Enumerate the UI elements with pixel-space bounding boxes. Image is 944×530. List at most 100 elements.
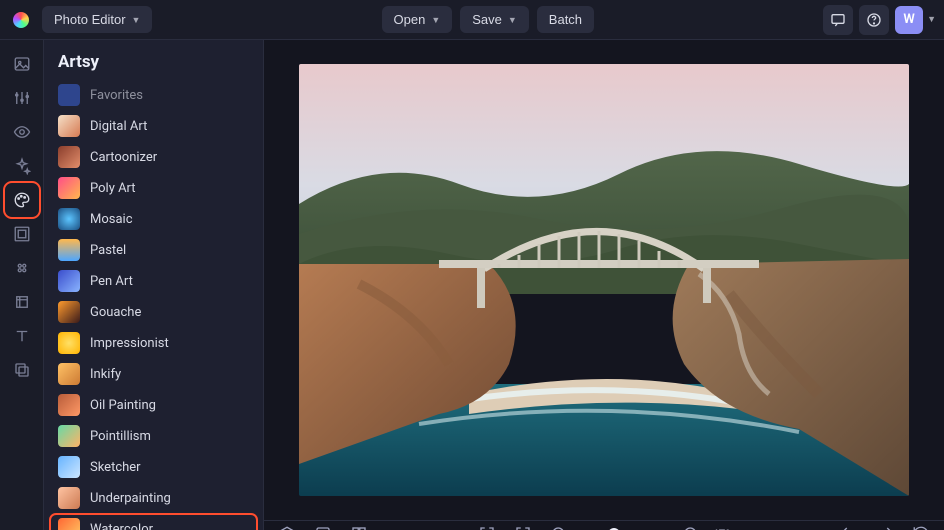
main-area: Artsy Favorites Digital Art CartoonizerPol… — [0, 40, 944, 530]
rail-effects[interactable] — [6, 150, 38, 182]
effect-item-impressionist[interactable]: Impressionist — [50, 328, 257, 358]
effect-item-pastel[interactable]: Pastel — [50, 235, 257, 265]
effect-thumb — [58, 208, 80, 230]
export-icon — [314, 525, 332, 530]
fullscreen-icon — [478, 525, 496, 530]
help-icon — [866, 12, 882, 28]
layers-icon — [278, 525, 296, 530]
effect-thumb — [58, 425, 80, 447]
chevron-down-icon: ▼ — [508, 15, 517, 25]
effect-thumb — [58, 332, 80, 354]
effect-item-sketcher[interactable]: Sketcher — [50, 452, 257, 482]
effect-label: Pastel — [90, 243, 126, 258]
undo-button[interactable] — [836, 521, 862, 530]
rail-image[interactable] — [6, 48, 38, 80]
account-menu[interactable]: W ▼ — [895, 6, 936, 34]
canvas-viewport[interactable] — [264, 40, 944, 520]
chevron-down-icon: ▼ — [927, 14, 936, 25]
effect-thumb — [58, 239, 80, 261]
effect-label: Watercolor — [90, 522, 153, 530]
effect-item-oil-painting[interactable]: Oil Painting — [50, 390, 257, 420]
rail-overlays[interactable] — [6, 252, 38, 284]
fullscreen-button[interactable] — [474, 521, 500, 530]
grid-button[interactable] — [346, 521, 372, 530]
rail-text[interactable] — [6, 320, 38, 352]
open-button[interactable]: Open ▼ — [382, 6, 453, 33]
rail-textures[interactable] — [6, 286, 38, 318]
effect-thumb — [58, 518, 80, 530]
effect-item-mosaic[interactable]: Mosaic — [50, 204, 257, 234]
zoom-in-button[interactable] — [678, 521, 704, 530]
redo-icon — [876, 525, 894, 530]
rail-artsy[interactable] — [6, 184, 38, 216]
fit-button[interactable] — [510, 521, 536, 530]
effect-thumb — [58, 487, 80, 509]
image-icon — [13, 55, 31, 73]
effect-label: Mosaic — [90, 212, 133, 227]
effect-item-pen-art[interactable]: Pen Art — [50, 266, 257, 296]
effect-list[interactable]: Favorites Digital Art CartoonizerPoly Art M… — [44, 80, 263, 530]
app-logo[interactable] — [8, 7, 34, 33]
effect-label: Digital Art — [90, 119, 147, 134]
sliders-icon — [13, 89, 31, 107]
effect-label: Pen Art — [90, 274, 133, 289]
batch-button[interactable]: Batch — [537, 6, 594, 33]
feedback-button[interactable] — [823, 5, 853, 35]
chat-icon — [830, 12, 846, 28]
rail-frames[interactable] — [6, 218, 38, 250]
effect-item-digital-art[interactable]: Digital Art — [50, 111, 257, 141]
rail-layers[interactable] — [6, 354, 38, 386]
effect-label: Impressionist — [90, 336, 169, 351]
effect-item-underpainting[interactable]: Underpainting — [50, 483, 257, 513]
save-button[interactable]: Save ▼ — [460, 6, 529, 33]
chevron-down-icon: ▼ — [132, 15, 141, 25]
canvas-area: 47% — [264, 40, 944, 530]
effect-item-poly-art[interactable]: Poly Art — [50, 173, 257, 203]
sparkles-icon — [13, 157, 31, 175]
text-icon — [13, 327, 31, 345]
help-button[interactable] — [859, 5, 889, 35]
history-icon — [912, 525, 930, 530]
grid-icon — [350, 525, 368, 530]
effect-item-gouache[interactable]: Gouache — [50, 297, 257, 327]
effect-item-pointillism[interactable]: Pointillism — [50, 421, 257, 451]
tool-rail — [0, 40, 44, 530]
app-mode-dropdown[interactable]: Photo Editor ▼ — [42, 6, 152, 33]
compare-button[interactable] — [310, 521, 336, 530]
rail-view[interactable] — [6, 116, 38, 148]
effect-thumb — [58, 177, 80, 199]
effect-thumb — [58, 270, 80, 292]
effect-thumb — [58, 363, 80, 385]
palette-icon — [13, 191, 31, 209]
effect-label: Favorites — [90, 88, 143, 103]
effect-item-inkify[interactable]: Inkify — [50, 359, 257, 389]
effect-label: Sketcher — [90, 460, 141, 475]
effect-item-cartoonizer[interactable]: Cartoonizer — [50, 142, 257, 172]
zoom-out-button[interactable] — [546, 521, 572, 530]
effect-item-favorites[interactable]: Favorites — [50, 80, 257, 110]
effect-label: Gouache — [90, 305, 141, 320]
effect-thumb — [58, 301, 80, 323]
redo-button[interactable] — [872, 521, 898, 530]
effect-label: Pointillism — [90, 429, 151, 444]
effect-label: Underpainting — [90, 491, 171, 506]
zoom-in-icon — [682, 525, 700, 530]
side-panel: Artsy Favorites Digital Art CartoonizerPol… — [44, 40, 264, 530]
overlay-icon — [13, 259, 31, 277]
history-button[interactable] — [908, 521, 934, 530]
zoom-out-icon — [550, 525, 568, 530]
undo-icon — [840, 525, 858, 530]
effect-thumb — [58, 115, 80, 137]
rail-adjust[interactable] — [6, 82, 38, 114]
effect-item-watercolor[interactable]: Watercolor — [50, 514, 257, 530]
effect-label: Oil Painting — [90, 398, 156, 413]
layers-button[interactable] — [274, 521, 300, 530]
avatar: W — [895, 6, 923, 34]
effect-thumb — [58, 456, 80, 478]
panel-title: Artsy — [44, 40, 263, 80]
fit-icon — [514, 525, 532, 530]
eye-icon — [13, 123, 31, 141]
crop-icon — [13, 293, 31, 311]
frame-icon — [13, 225, 31, 243]
editing-image[interactable] — [299, 64, 909, 496]
